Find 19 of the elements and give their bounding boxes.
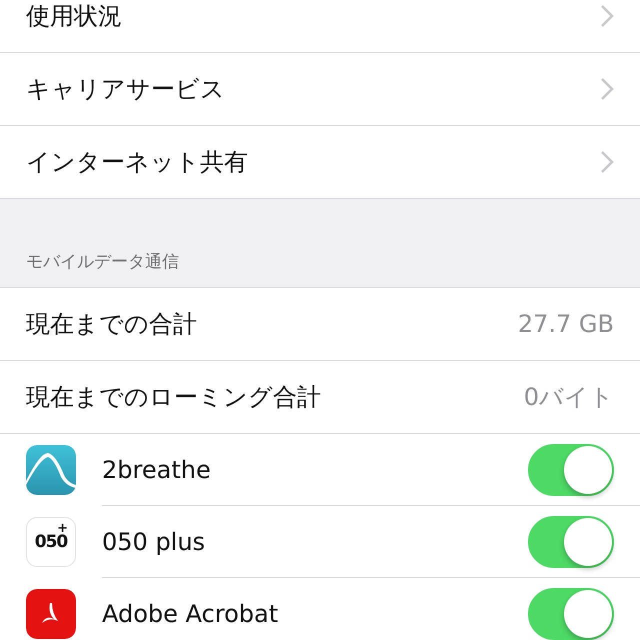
- row-value: 0バイト: [524, 382, 614, 413]
- app-name: Adobe Acrobat: [102, 600, 280, 628]
- app-icon: 050 +: [26, 517, 76, 567]
- toggle-switch[interactable]: [528, 444, 614, 496]
- app-name: 2breathe: [102, 456, 212, 484]
- chevron-icon: [600, 150, 614, 174]
- app-icon: [26, 445, 76, 495]
- row-label: 現在までの合計: [26, 309, 198, 340]
- toggle-switch[interactable]: [528, 588, 614, 640]
- row-label: 現在までのローミング合計: [26, 382, 322, 413]
- section-title: モバイルデータ通信: [26, 251, 179, 273]
- row-label: 使用状況: [26, 1, 123, 32]
- chevron-icon: [600, 77, 614, 101]
- toggle-switch[interactable]: [528, 516, 614, 568]
- row-value: 27.7 GB: [518, 310, 614, 338]
- chevron-icon: [600, 4, 614, 28]
- row-label: インターネット共有: [26, 147, 249, 178]
- row-label: キャリアサービス: [26, 74, 226, 105]
- app-name: 050 plus: [102, 528, 206, 556]
